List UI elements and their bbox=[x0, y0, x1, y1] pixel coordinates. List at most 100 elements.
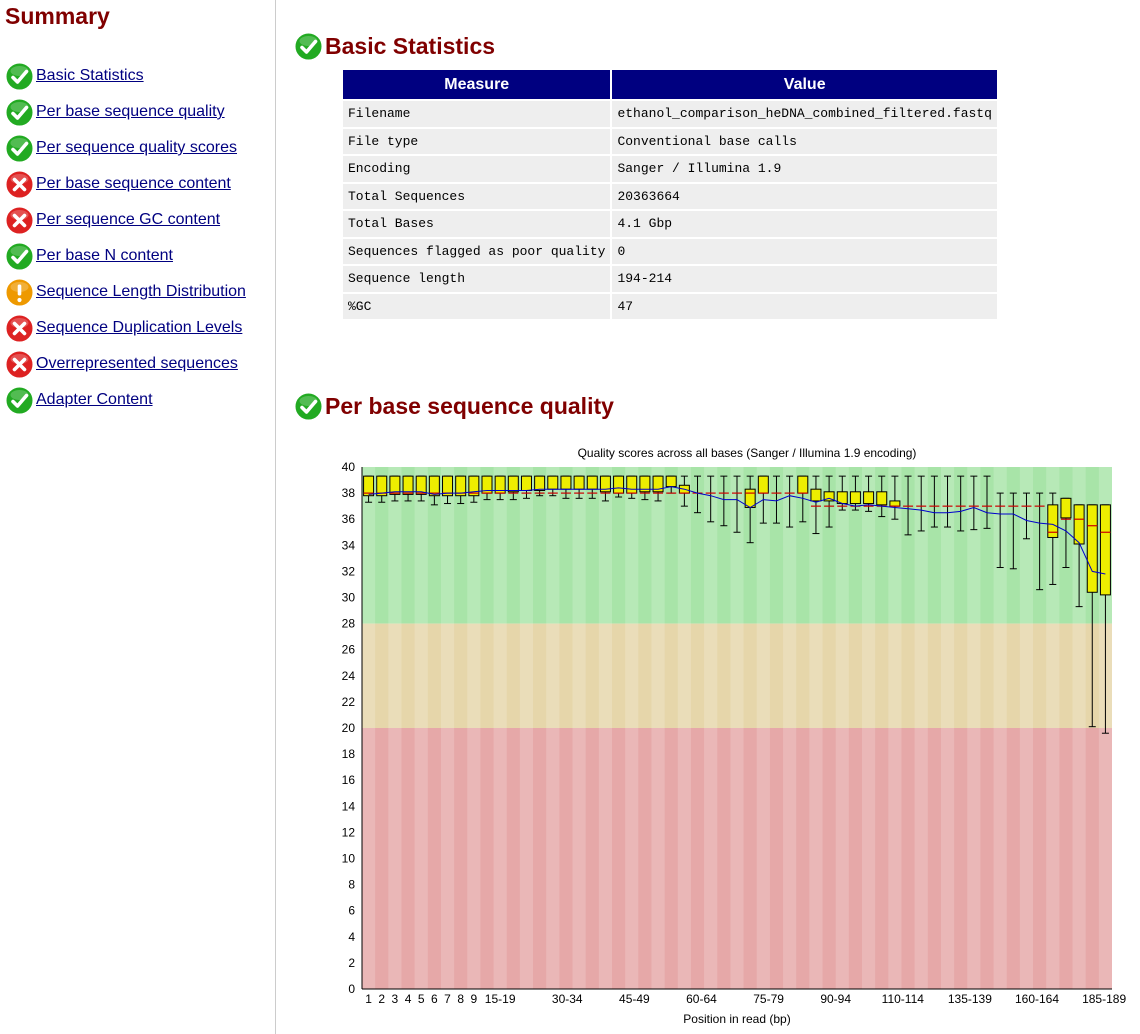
zone-stripe bbox=[783, 728, 797, 989]
zone-stripe bbox=[993, 728, 1007, 989]
x-tick-label: 7 bbox=[444, 992, 451, 1006]
zone-stripe bbox=[914, 623, 928, 728]
y-tick-label: 16 bbox=[342, 773, 356, 787]
quality-box bbox=[889, 500, 901, 507]
zone-stripe bbox=[625, 728, 639, 989]
y-tick-label: 10 bbox=[342, 852, 356, 866]
summary-link[interactable]: Per sequence quality scores bbox=[36, 139, 237, 157]
value-cell: Conventional base calls bbox=[612, 128, 997, 154]
summary-link[interactable]: Sequence Duplication Levels bbox=[36, 319, 242, 337]
zone-stripe bbox=[862, 623, 876, 728]
check-circle-icon bbox=[294, 32, 323, 61]
zone-stripe bbox=[414, 728, 428, 989]
quality-box bbox=[797, 475, 809, 494]
summary-link[interactable]: Per base N content bbox=[36, 247, 173, 265]
measure-cell: %GC bbox=[343, 293, 611, 319]
zone-stripe bbox=[993, 623, 1007, 728]
summary-link[interactable]: Per base sequence content bbox=[36, 175, 231, 193]
summary-link[interactable]: Basic Statistics bbox=[36, 67, 144, 85]
quality-box bbox=[1086, 504, 1098, 593]
table-header-row: Measure Value bbox=[343, 70, 997, 99]
zone-stripe bbox=[440, 728, 455, 989]
quality-box bbox=[507, 475, 519, 493]
x-tick-label: 2 bbox=[378, 992, 385, 1006]
zone-stripe bbox=[598, 623, 612, 728]
y-tick-label: 2 bbox=[348, 956, 355, 970]
measure-cell: Sequences flagged as poor quality bbox=[343, 238, 611, 264]
check-circle-icon bbox=[5, 242, 34, 271]
summary-link[interactable]: Per base sequence quality bbox=[36, 103, 225, 121]
value-cell: 47 bbox=[612, 293, 997, 319]
zone-stripe bbox=[440, 623, 455, 728]
summary-item: Sequence Duplication Levels bbox=[5, 310, 246, 346]
quality-box bbox=[665, 475, 677, 488]
check-circle-icon bbox=[5, 62, 34, 91]
measure-cell: Encoding bbox=[343, 156, 611, 182]
quality-box bbox=[1099, 504, 1111, 596]
table-row: Filename ethanol_comparison_heDNA_combine… bbox=[343, 101, 997, 127]
y-tick-label: 36 bbox=[342, 512, 356, 526]
quality-box bbox=[876, 491, 888, 506]
table-row: Sequence length 194-214 bbox=[343, 266, 997, 292]
y-tick-label: 28 bbox=[342, 617, 356, 631]
value-cell: 4.1 Gbp bbox=[612, 211, 997, 237]
y-tick-label: 32 bbox=[342, 564, 356, 578]
zone-stripe bbox=[835, 728, 849, 989]
quality-box bbox=[626, 475, 638, 494]
per-base-quality-chart: Quality scores across all bases (Sanger … bbox=[342, 446, 1127, 1026]
zone-stripe bbox=[1019, 623, 1034, 728]
zone-stripe bbox=[467, 623, 481, 728]
y-tick-label: 30 bbox=[342, 591, 356, 605]
basic-statistics-header: Basic Statistics bbox=[294, 32, 495, 61]
zone-stripe bbox=[1019, 467, 1034, 624]
zone-stripe bbox=[809, 728, 823, 989]
quality-box bbox=[757, 475, 769, 494]
check-circle-icon bbox=[294, 392, 323, 421]
summary-sidebar: Summary Basic Statistics Per base sequenc… bbox=[0, 0, 276, 1034]
summary-item: Per base N content bbox=[5, 238, 246, 274]
x-tick-label: 5 bbox=[418, 992, 425, 1006]
zone-stripe bbox=[388, 728, 402, 989]
value-cell: Sanger / Illumina 1.9 bbox=[612, 156, 997, 182]
quality-box bbox=[586, 475, 598, 490]
measure-cell: Filename bbox=[343, 101, 611, 127]
zone-stripe bbox=[1072, 728, 1086, 989]
summary-link[interactable]: Overrepresented sequences bbox=[36, 355, 238, 373]
x-tick-label: 90-94 bbox=[820, 992, 851, 1006]
x-tick-label: 1 bbox=[365, 992, 372, 1006]
value-cell: 20363664 bbox=[612, 183, 997, 209]
measure-cell: Total Sequences bbox=[343, 183, 611, 209]
summary-title: Summary bbox=[5, 3, 110, 29]
zone-stripe bbox=[1046, 623, 1060, 728]
zone-stripe bbox=[862, 728, 876, 989]
y-tick-label: 24 bbox=[342, 669, 356, 683]
basic-statistics-title: Basic Statistics bbox=[325, 33, 496, 59]
zone-stripe bbox=[940, 728, 955, 989]
zone-stripe bbox=[730, 623, 744, 728]
summary-link[interactable]: Adapter Content bbox=[36, 391, 153, 409]
zone-stripe bbox=[783, 623, 797, 728]
zone-stripe bbox=[704, 623, 718, 728]
quality-box bbox=[573, 475, 585, 490]
zone-stripe bbox=[1072, 623, 1086, 728]
y-tick-label: 8 bbox=[348, 878, 355, 892]
quality-box bbox=[520, 475, 532, 491]
y-tick-label: 26 bbox=[342, 643, 356, 657]
x-tick-label: 45-49 bbox=[619, 992, 650, 1006]
zone-stripe bbox=[1046, 728, 1060, 989]
zone-stripe bbox=[888, 728, 902, 989]
value-cell: 0 bbox=[612, 238, 997, 264]
x-tick-label: 3 bbox=[392, 992, 399, 1006]
summary-link[interactable]: Per sequence GC content bbox=[36, 211, 220, 229]
quality-box bbox=[547, 475, 559, 490]
zone-stripe bbox=[519, 623, 534, 728]
quality-box bbox=[863, 491, 875, 505]
summary-nav: Basic Statistics Per base sequence qualit… bbox=[5, 58, 246, 418]
summary-item: Per sequence GC content bbox=[5, 202, 246, 238]
summary-link[interactable]: Sequence Length Distribution bbox=[36, 283, 246, 301]
quality-box bbox=[1073, 504, 1085, 545]
y-tick-label: 6 bbox=[348, 904, 355, 918]
y-tick-label: 20 bbox=[342, 721, 356, 735]
zone-stripe bbox=[572, 728, 586, 989]
x-tick-label: 185-189 bbox=[1082, 992, 1126, 1006]
